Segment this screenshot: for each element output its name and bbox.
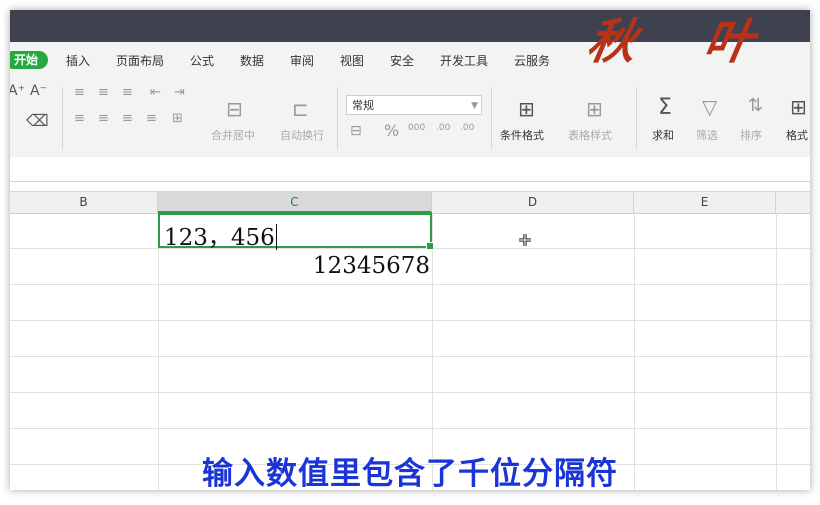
column-header-d[interactable]: D	[432, 192, 634, 213]
justify-icon[interactable]: ≡	[146, 111, 157, 126]
percent-button[interactable]: %	[384, 121, 399, 140]
distribute-icon[interactable]: ⊞	[172, 111, 183, 126]
currency-format-icon[interactable]: ⊟	[350, 123, 362, 139]
align-middle-icon[interactable]: ≡	[98, 85, 109, 100]
tab-cloud[interactable]: 云服务	[514, 52, 550, 69]
column-header-b[interactable]: B	[10, 192, 158, 213]
align-left-icon[interactable]: ≡	[74, 111, 85, 126]
row-divider	[10, 392, 810, 393]
row-divider	[10, 320, 810, 321]
increase-decimal-button[interactable]: .00	[436, 123, 450, 133]
sort-icon[interactable]: ⇅	[748, 95, 763, 116]
filter-icon[interactable]: ▽	[702, 95, 717, 119]
formula-bar[interactable]	[10, 157, 810, 182]
font-shrink-button[interactable]: A⁻	[30, 83, 47, 99]
number-format-select[interactable]: 常规 ▼	[346, 95, 482, 115]
align-bottom-icon[interactable]: ≡	[122, 85, 133, 100]
ribbon-separator	[337, 87, 338, 149]
tab-view[interactable]: 视图	[340, 52, 364, 69]
merge-center-icon[interactable]: ⊟	[226, 97, 243, 121]
tab-developer[interactable]: 开发工具	[440, 52, 488, 69]
tab-formulas[interactable]: 公式	[190, 52, 214, 69]
format-button[interactable]: 格式	[786, 127, 808, 143]
spreadsheet-window: 开始 插入 页面布局 公式 数据 审阅 视图 安全 开发工具 云服务 秋 叶 A…	[10, 10, 810, 490]
tab-data[interactable]: 数据	[240, 52, 264, 69]
align-right-icon[interactable]: ≡	[122, 111, 133, 126]
brand-logo: 秋 叶	[583, 14, 784, 70]
format-icon[interactable]: ⊞	[790, 95, 807, 119]
chevron-down-icon: ▼	[471, 101, 478, 111]
merge-center-button[interactable]: 合并居中	[211, 127, 255, 143]
tab-security[interactable]: 安全	[390, 52, 414, 69]
wrap-text-button[interactable]: 自动换行	[280, 127, 324, 143]
column-header-c[interactable]: C	[158, 192, 432, 213]
ribbon-separator	[62, 87, 63, 149]
table-style-button[interactable]: 表格样式	[568, 127, 612, 143]
sum-icon[interactable]: Σ	[658, 95, 672, 120]
tab-page-layout[interactable]: 页面布局	[116, 52, 164, 69]
tab-home[interactable]: 开始	[10, 51, 48, 69]
active-cell-c1[interactable]: 123，456	[158, 213, 434, 251]
cell-editor[interactable]: 123，456	[164, 218, 277, 252]
table-style-icon[interactable]: ⊞	[586, 97, 603, 121]
sort-button[interactable]: 排序	[740, 127, 762, 143]
column-header-row: B C D E	[10, 191, 810, 214]
eraser-icon[interactable]: ⌫	[26, 111, 49, 130]
align-center-icon[interactable]: ≡	[98, 111, 109, 126]
column-header-e[interactable]: E	[634, 192, 776, 213]
decrease-decimal-button[interactable]: .00	[460, 123, 474, 133]
row-divider	[10, 248, 810, 249]
conditional-format-icon[interactable]: ⊞	[518, 97, 535, 121]
font-grow-button[interactable]: A⁺	[10, 83, 25, 99]
wrap-text-icon[interactable]: ⊏	[292, 97, 309, 121]
row-divider	[10, 356, 810, 357]
sum-button[interactable]: 求和	[652, 127, 674, 143]
fill-handle[interactable]	[426, 242, 434, 250]
tab-insert[interactable]: 插入	[66, 52, 90, 69]
text-caret	[275, 224, 277, 250]
indent-increase-icon[interactable]: ⇥	[174, 85, 185, 100]
row-divider	[10, 428, 810, 429]
cell-c2-value[interactable]: 12345678	[160, 253, 430, 279]
indent-decrease-icon[interactable]: ⇤	[150, 85, 161, 100]
mouse-cursor-icon	[519, 234, 531, 246]
ribbon-separator	[636, 87, 637, 149]
number-format-value: 常规	[352, 99, 374, 112]
align-top-icon[interactable]: ≡	[74, 85, 85, 100]
cell-editing-text: 123，456	[164, 225, 275, 251]
ribbon-toolbar: A⁺ A⁻ ⌫ ≡ ≡ ≡ ⇤ ⇥ ≡ ≡ ≡ ≡ ⊞ ⊟ 合并居中 ⊏ 自动换…	[10, 77, 810, 158]
thousands-separator-button[interactable]: 000	[408, 123, 425, 133]
conditional-format-button[interactable]: 条件格式	[500, 127, 544, 143]
tab-review[interactable]: 审阅	[290, 52, 314, 69]
ribbon-separator	[491, 87, 492, 149]
video-subtitle: 输入数值里包含了千位分隔符	[202, 456, 618, 490]
row-divider	[10, 284, 810, 285]
filter-button[interactable]: 筛选	[696, 127, 718, 143]
